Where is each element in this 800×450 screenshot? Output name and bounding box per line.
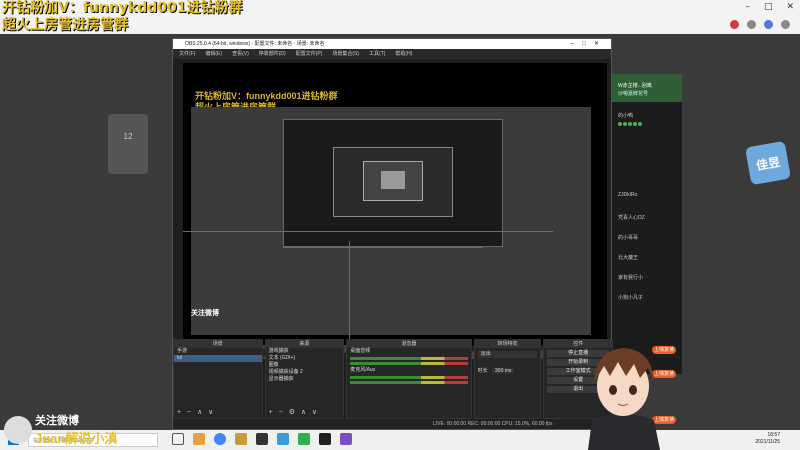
- scene-item[interactable]: lol: [174, 355, 262, 362]
- sources-title: 来源: [265, 340, 344, 348]
- file-explorer-icon[interactable]: [193, 433, 205, 445]
- source-controls[interactable]: + − ⚙ ∧ ∨: [269, 408, 319, 416]
- chrome-icon[interactable]: [214, 433, 226, 445]
- clock-date: 2021/11/25: [755, 439, 780, 445]
- chat-line: ZJDkIRo: [618, 192, 638, 198]
- preview-watermark-line-1: 开钻粉加V：funnykdd001进钻粉群: [195, 91, 338, 101]
- menu-docks[interactable]: 停靠部件(D): [259, 49, 286, 59]
- mixer-dock: 混音器 桌面音频 麦克风/Aux: [346, 339, 472, 419]
- league-icon[interactable]: [235, 433, 247, 445]
- window-controls: – □ ✕: [745, 2, 794, 12]
- preview-follow-overlay: 关注微博: [191, 310, 219, 317]
- volume-meter: [350, 357, 468, 360]
- obs-icon[interactable]: [256, 433, 268, 445]
- windows-taskbar: 在这里输入你要搜索的内容 18:57 2021/11/25: [0, 430, 800, 450]
- follow-overlay: 关注微博 Juan解说小滇: [4, 412, 117, 447]
- site-badge: 佳昱: [745, 140, 791, 186]
- transition-select[interactable]: 淡出: [477, 351, 538, 358]
- follow-text: 关注微博 Juan解说小滇: [35, 412, 117, 447]
- chat-header-line-1: W赤芷楼...别离: [618, 83, 652, 89]
- source-item[interactable]: 文本 (GDI+): [266, 355, 344, 362]
- browser-extension-icons: [730, 20, 790, 29]
- volume-meter: [350, 376, 468, 379]
- chat-line: 的小鸭: [618, 113, 634, 119]
- mixer-channel-name: 麦克风/Aux: [350, 367, 376, 373]
- chat-header-line-2: 沙嗯嘉鲜花号: [618, 91, 649, 97]
- nested-preview-5: [381, 171, 405, 189]
- close-icon[interactable]: ✕: [786, 2, 794, 12]
- chat-line: 的小哥哥: [618, 235, 639, 241]
- menu-tools[interactable]: 工具(T): [369, 49, 385, 59]
- obs-title-bar: OBS 25.0.4 (64-bit, windows) - 配置文件: 未命名…: [173, 39, 611, 49]
- app-icon[interactable]: [298, 433, 310, 445]
- chat-line: 北大魔王: [618, 255, 639, 261]
- obs-window: OBS 25.0.4 (64-bit, windows) - 配置文件: 未命名…: [172, 38, 613, 430]
- menu-profile[interactable]: 配置文件(P): [296, 49, 323, 59]
- source-item[interactable]: 视频捕获设备 2: [266, 369, 344, 376]
- chat-line: 小狗小凡子: [618, 295, 644, 301]
- source-item[interactable]: 游戏捕获: [266, 348, 344, 355]
- obs-docks: 场景 手游 lol + − ∧ ∨ 来源 游戏捕获 文本 (GDI+) 图像 视…: [173, 339, 613, 419]
- duration-label: 时长: [477, 368, 488, 374]
- bookmark-icon[interactable]: [747, 20, 756, 29]
- scene-controls[interactable]: + − ∧ ∨: [177, 408, 215, 416]
- task-view-icon[interactable]: [172, 433, 184, 445]
- chat-line: 家有我行小: [618, 275, 644, 281]
- taskbar-clock[interactable]: 18:57 2021/11/25: [755, 432, 780, 446]
- transitions-dock: 转场特效 淡出 时长 300 ms: [473, 339, 542, 419]
- chat-line: 凭喜人心DZ: [618, 215, 645, 221]
- transitions-title: 转场特效: [474, 340, 541, 348]
- follow-line-1: 关注微博: [35, 415, 79, 427]
- chat-header: W赤芷楼...别离 沙嗯嘉鲜花号: [612, 74, 682, 102]
- sources-dock: 来源 游戏捕获 文本 (GDI+) 图像 视频捕获设备 2 显示器捕获 + − …: [264, 339, 345, 419]
- obs-preview-canvas[interactable]: 开钻粉加V：funnykdd001进钻粉群 超火上房管进房管群 关注微博: [183, 63, 607, 359]
- obs-window-controls[interactable]: –□✕: [571, 39, 607, 49]
- source-bound-line: [183, 231, 553, 232]
- app-icon[interactable]: [340, 433, 352, 445]
- site-stats-card: 12: [108, 114, 148, 174]
- volume-meter: [350, 381, 468, 384]
- follow-line-2: Juan解说小滇: [35, 431, 118, 446]
- menu-view[interactable]: 查看(V): [232, 49, 249, 59]
- app-icon[interactable]: [319, 433, 331, 445]
- vtuber-avatar: [588, 348, 660, 450]
- streamer-avatar: [4, 415, 32, 444]
- stream-watermark: 开钻粉加V：funnykdd001进钻粉群 超火上房管进房管群: [2, 0, 243, 34]
- mixer-channel-name: 桌面音频: [350, 348, 371, 354]
- source-item[interactable]: 显示器捕获: [266, 376, 344, 383]
- maximize-icon[interactable]: □: [764, 2, 773, 12]
- scenes-dock: 场景 手游 lol + − ∧ ∨: [173, 339, 263, 419]
- obs-title: OBS 25.0.4 (64-bit, windows) - 配置文件: 未命名…: [185, 41, 325, 47]
- menu-icon[interactable]: [781, 20, 790, 29]
- fan-badges: [618, 122, 643, 128]
- site-count: 12: [123, 132, 133, 141]
- obs-menu-bar: 文件(F) 编辑(E) 查看(V) 停靠部件(D) 配置文件(P) 场景集合(S…: [173, 49, 611, 59]
- duration-input[interactable]: 300 ms: [492, 368, 515, 374]
- minimize-icon[interactable]: –: [745, 2, 750, 12]
- menu-scene-collection[interactable]: 场景集合(S): [332, 49, 359, 59]
- site-chat-panel: W赤芷楼...别离 沙嗯嘉鲜花号 的小鸭 ZJDkIRo 凭喜人心DZ 的小哥哥…: [612, 74, 682, 374]
- duration-row: 时长 300 ms: [475, 368, 541, 375]
- mixer-title: 混音器: [347, 340, 471, 348]
- clock-time: 18:57: [767, 432, 780, 438]
- watermark-line-1: 开钻粉加V：funnykdd001进钻粉群: [2, 0, 243, 16]
- profile-icon[interactable]: [764, 20, 773, 29]
- record-icon[interactable]: [730, 20, 739, 29]
- scene-item[interactable]: 手游: [174, 348, 262, 355]
- app-icon[interactable]: [277, 433, 289, 445]
- volume-meter: [350, 362, 468, 365]
- source-item[interactable]: 图像: [266, 362, 344, 369]
- menu-edit[interactable]: 编辑(E): [205, 49, 222, 59]
- menu-file[interactable]: 文件(F): [179, 49, 195, 59]
- source-bound-line: [283, 247, 483, 248]
- watermark-line-2: 超火上房管进房管群: [2, 17, 128, 33]
- scenes-title: 场景: [174, 340, 262, 348]
- taskbar-apps: [172, 433, 352, 445]
- obs-status-bar: LIVE: 00:00:00 REC: 00:00:00 CPU: 15.0%,…: [173, 419, 613, 429]
- menu-help[interactable]: 帮助(H): [395, 49, 412, 59]
